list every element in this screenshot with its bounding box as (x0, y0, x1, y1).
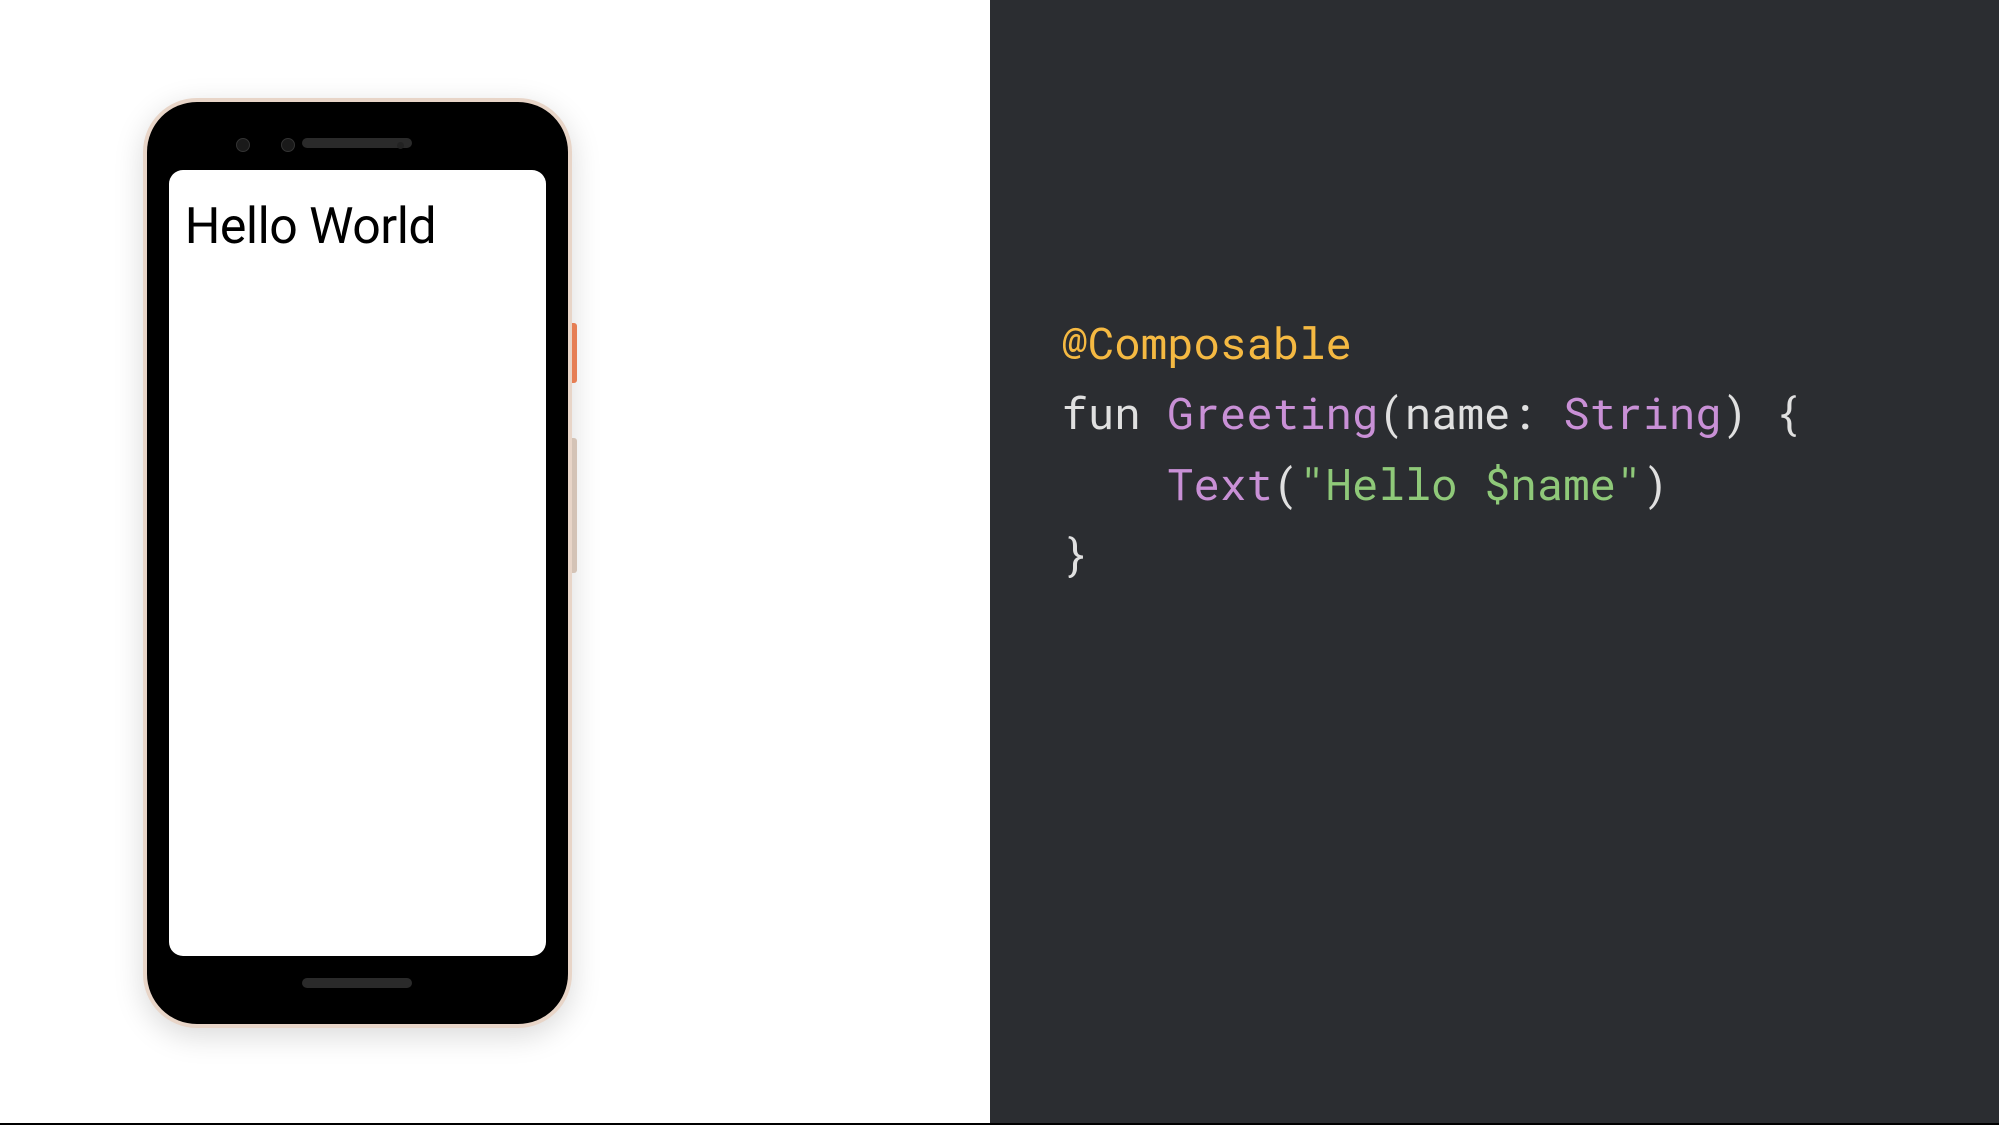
code-paren: ( (1378, 383, 1404, 441)
code-brace: } (1062, 524, 1088, 582)
phone-sensor-icon (397, 142, 404, 149)
phone-speaker-icon (302, 978, 412, 988)
code-panel: @Composable fun Greeting(name: String) {… (990, 0, 1999, 1125)
phone-power-button (572, 323, 577, 383)
code-brace: { (1748, 383, 1801, 441)
code-indent (1062, 454, 1168, 512)
code-call-name: Text (1167, 454, 1273, 512)
phone-screen: Hello World (169, 170, 546, 956)
code-paren: ) (1642, 454, 1668, 512)
code-keyword-fun: fun (1062, 383, 1141, 441)
greeting-text: Hello World (185, 198, 530, 256)
code-snippet: @Composable fun Greeting(name: String) {… (1062, 307, 1801, 589)
code-paren: ) (1722, 383, 1748, 441)
code-param-type: String (1563, 383, 1721, 441)
phone-earpiece-icon (302, 138, 412, 148)
phone-camera-icon (281, 138, 295, 152)
code-param-name: name (1405, 383, 1511, 441)
phone-volume-button (572, 438, 577, 573)
code-paren: ( (1273, 454, 1299, 512)
phone-camera-icon (236, 138, 250, 152)
code-function-name: Greeting (1167, 383, 1378, 441)
code-colon: : (1510, 383, 1563, 441)
code-string-literal: "Hello $name" (1299, 454, 1642, 512)
phone-body: Hello World (147, 102, 568, 1024)
phone-bezel: Hello World (161, 116, 554, 1010)
code-annotation: @Composable (1062, 313, 1352, 371)
phone-mockup: Hello World (143, 98, 572, 1028)
preview-panel: Hello World (0, 0, 990, 1125)
